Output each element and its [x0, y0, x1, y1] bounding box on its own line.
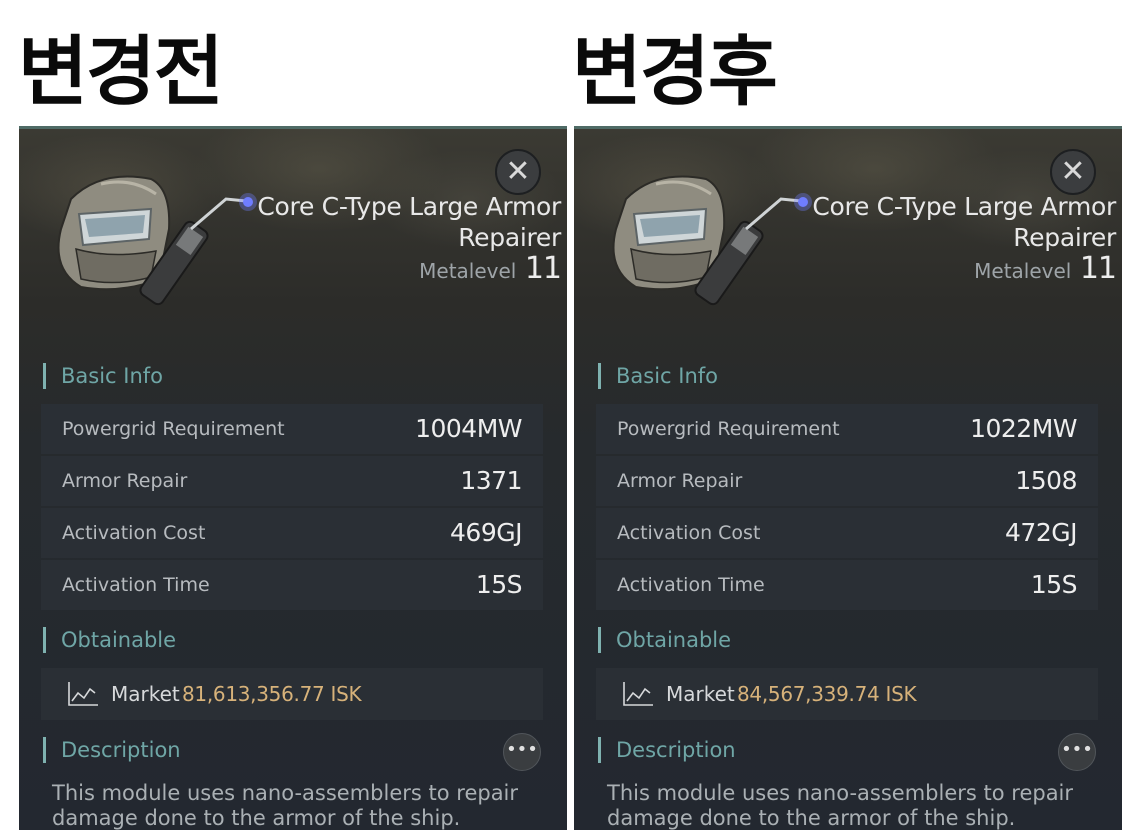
heading-after: 변경후: [572, 27, 778, 116]
close-button[interactable]: ✕: [1050, 149, 1096, 195]
stat-row: Activation Time 15S: [596, 560, 1098, 610]
stat-row: Powergrid Requirement 1022MW: [596, 404, 1098, 454]
stat-value: 1371: [460, 466, 522, 495]
section-basic-info: Basic Info: [43, 363, 163, 389]
close-icon: ✕: [1060, 154, 1086, 189]
section-obtainable: Obtainable: [598, 627, 731, 653]
description-text: This module uses nano-assemblers to repa…: [52, 781, 519, 830]
item-title: Core C-Type Large Armor Repairer: [257, 192, 561, 252]
stat-value: 1508: [1015, 466, 1077, 495]
stat-label: Armor Repair: [62, 470, 188, 492]
section-obtainable: Obtainable: [43, 627, 176, 653]
market-row[interactable]: Market 84,567,339.74 ISK: [596, 668, 1098, 720]
description-text: This module uses nano-assemblers to repa…: [607, 781, 1074, 830]
stat-row: Armor Repair 1371: [41, 456, 543, 506]
heading-before: 변경전: [18, 27, 224, 116]
stat-label: Activation Cost: [62, 522, 206, 544]
stat-row: Activation Time 15S: [41, 560, 543, 610]
item-title: Core C-Type Large Armor Repairer: [812, 192, 1116, 252]
section-basic-info: Basic Info: [598, 363, 718, 389]
stat-value: 469GJ: [450, 518, 522, 547]
stat-value: 15S: [1030, 570, 1078, 599]
chart-line-icon: [68, 682, 98, 706]
close-button[interactable]: ✕: [495, 149, 541, 195]
section-description: Description: [598, 737, 736, 763]
market-price: 84,567,339.74 ISK: [737, 682, 917, 706]
metalevel: Metalevel 11: [974, 251, 1117, 286]
market-label: Market: [666, 682, 735, 706]
stat-value: 1004MW: [415, 414, 522, 443]
metalevel: Metalevel 11: [419, 251, 562, 286]
stat-label: Armor Repair: [617, 470, 743, 492]
item-info-panel-after: ✕ Core C-Type Large Armor Repairer Metal…: [574, 126, 1122, 830]
section-description: Description: [43, 737, 181, 763]
stat-label: Powergrid Requirement: [617, 418, 840, 440]
close-icon: ✕: [505, 154, 531, 189]
stat-value: 15S: [475, 570, 523, 599]
stat-value: 472GJ: [1005, 518, 1077, 547]
market-price: 81,613,356.77 ISK: [182, 682, 362, 706]
more-icon: •••: [506, 739, 538, 760]
stat-row: Powergrid Requirement 1004MW: [41, 404, 543, 454]
stat-label: Activation Time: [617, 574, 765, 596]
chart-line-icon: [623, 682, 653, 706]
item-info-panel-before: ✕ Core C-Type Large Armor Repairer Metal…: [19, 126, 567, 830]
stat-label: Activation Time: [62, 574, 210, 596]
more-icon: •••: [1061, 739, 1093, 760]
more-button[interactable]: •••: [503, 733, 541, 771]
stat-row: Armor Repair 1508: [596, 456, 1098, 506]
metalevel-value: 11: [1079, 251, 1117, 286]
metalevel-label: Metalevel: [419, 259, 517, 283]
metalevel-label: Metalevel: [974, 259, 1072, 283]
stat-row: Activation Cost 472GJ: [596, 508, 1098, 558]
metalevel-value: 11: [524, 251, 562, 286]
market-row[interactable]: Market 81,613,356.77 ISK: [41, 668, 543, 720]
stat-label: Activation Cost: [617, 522, 761, 544]
stat-row: Activation Cost 469GJ: [41, 508, 543, 558]
more-button[interactable]: •••: [1058, 733, 1096, 771]
stat-label: Powergrid Requirement: [62, 418, 285, 440]
market-label: Market: [111, 682, 180, 706]
stat-value: 1022MW: [970, 414, 1077, 443]
